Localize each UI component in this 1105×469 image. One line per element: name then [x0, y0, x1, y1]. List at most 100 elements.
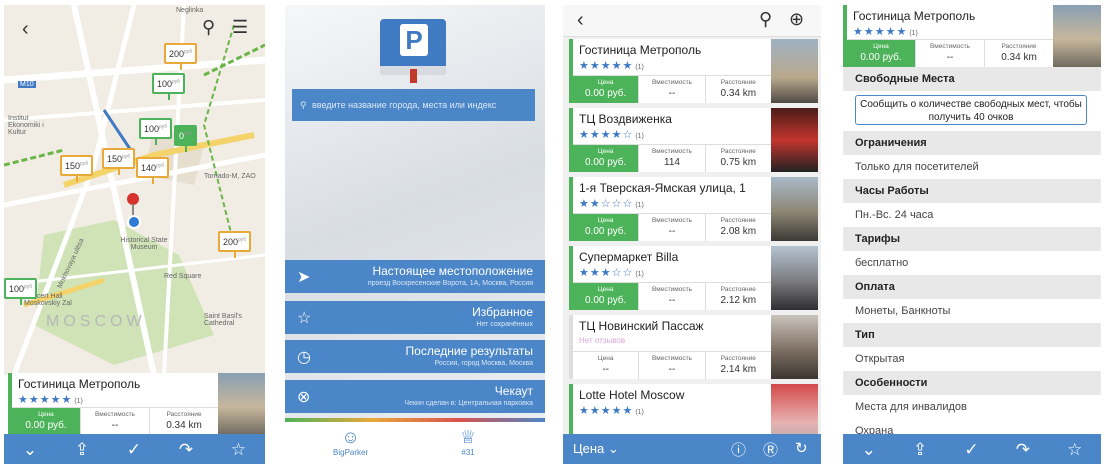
item-title: ТЦ Воздвиженка — [579, 112, 672, 126]
share-icon[interactable]: ⇪ — [913, 441, 927, 458]
menu-subtitle: Чекин сделан в: Центральная парковка — [404, 400, 533, 407]
rating-stars: ★★★★★ (1) — [18, 394, 83, 406]
rating-stars: ★★★★★ (1) — [853, 26, 918, 38]
close-circle-icon: ⊗ — [297, 389, 311, 406]
map-label-city: MOSCOW — [46, 313, 146, 330]
map-label-m10: M10 — [18, 81, 36, 88]
rank-label: #31 — [461, 448, 475, 457]
item-title: ТЦ Новинский Пассаж — [579, 319, 704, 333]
distance-cell: Расстояние 0.34 km — [166, 411, 202, 431]
item-photo — [771, 246, 818, 310]
parking-photo[interactable] — [218, 373, 265, 435]
rating-stars: ★★★☆☆ (1) — [579, 267, 644, 279]
list-item[interactable]: Супермаркет Billa ★★★☆☆ (1) Цена 0.00 руб.… — [569, 246, 771, 310]
map-screen: ‹ ⚲ ☰ Neglinka M10 Institut Ekonomiki i … — [4, 5, 265, 464]
report-free-spaces-button[interactable]: Сообщить о количестве свободных мест, чт… — [855, 95, 1087, 125]
share-icon[interactable]: ⇪ — [75, 441, 89, 458]
price-cell: Цена 0.00 руб. — [573, 283, 640, 310]
menu-subtitle: Нет сохранённых — [476, 321, 533, 328]
parking-pin[interactable]: 200руб — [218, 231, 252, 258]
globe-icon[interactable]: ⊕ — [789, 9, 804, 30]
rating-stars: ★★★★★ (1) — [579, 405, 644, 417]
home-screen: P ⚲ введите название города, места или и… — [285, 5, 545, 464]
item-title: Lotte Hotel Moscow — [579, 388, 685, 402]
profile-button[interactable]: ☺ BigParker — [333, 426, 368, 457]
menu-checkout[interactable]: ⊗ Чекаут Чекин сделан в: Центральная пар… — [285, 380, 545, 413]
rank-button[interactable]: ♕ #31 — [460, 426, 476, 457]
map-label-basil: Saint Basil's Cathedral — [204, 313, 242, 327]
menu-title: Настоящее местоположение — [372, 264, 533, 278]
distance-cell: Расстояние 2.14 km — [720, 355, 757, 375]
parking-pin[interactable]: 100руб — [139, 118, 173, 145]
app-logo: P — [380, 19, 446, 83]
capacity-cell: Вместимость -- — [639, 283, 706, 310]
star-icon[interactable]: ☆ — [1067, 441, 1082, 458]
distance-cell: Расстояние 0.34 km — [1001, 43, 1037, 63]
parking-pin[interactable]: 150руб — [60, 155, 94, 182]
ruble-icon[interactable]: Ⓡ — [763, 439, 778, 460]
star-icon: ☆ — [297, 310, 312, 327]
rating-stars: ★★☆☆☆ (1) — [579, 198, 644, 210]
location-arrow-icon: ➤ — [297, 269, 311, 286]
refresh-icon[interactable]: ↻ — [795, 439, 808, 457]
parking-pin[interactable]: 100руб — [4, 278, 38, 305]
chevron-down-icon[interactable]: ⌄ — [23, 441, 37, 458]
menu-title: Чекаут — [494, 384, 533, 398]
menu-favorites[interactable]: ☆ Избранное Нет сохранённых — [285, 301, 545, 334]
free-spaces-header: Свободные Места — [843, 67, 1101, 91]
parking-pin[interactable]: 0руб — [174, 125, 198, 152]
trophy-icon: ♕ — [460, 427, 477, 447]
capacity-cell: Вместимость 114 — [639, 145, 706, 172]
back-icon[interactable]: ‹ — [22, 19, 29, 39]
section-value: Места для инвалидов — [843, 395, 1101, 419]
search-icon[interactable]: ⚲ — [202, 18, 215, 36]
parking-pin[interactable]: 150руб — [102, 148, 136, 175]
parking-photo[interactable] — [1053, 5, 1101, 67]
map-view[interactable]: ‹ ⚲ ☰ Neglinka M10 Institut Ekonomiki i … — [4, 5, 265, 375]
section-header: Ограничения — [843, 131, 1101, 155]
selected-parking-card[interactable]: Гостиница Метрополь ★★★★★ (1) Цена 0.00 ру… — [8, 373, 218, 435]
item-metrics: Цена 0.00 руб. Вместимость -- Расстояние 2.… — [573, 213, 771, 241]
parking-pin[interactable]: 100руб — [152, 73, 186, 100]
detail-screen: Гостиница Метрополь ★★★★★ (1) Цена 0.00 ру… — [843, 5, 1101, 464]
forward-icon[interactable]: ↷ — [1016, 441, 1030, 458]
list-item[interactable]: 1-я Тверская-Ямская улица, 1 ★★☆☆☆ (1) Це… — [569, 177, 771, 241]
list-item[interactable]: Гостиница Метрополь ★★★★★ (1) Цена 0.00 ру… — [569, 39, 771, 103]
menu-current-location[interactable]: ➤ Настоящее местоположение проезд Воскре… — [285, 260, 545, 293]
parking-title: Гостиница Метрополь — [18, 377, 141, 391]
home-footer: ☺ BigParker ♕ #31 — [285, 418, 545, 464]
section-header: Оплата — [843, 275, 1101, 299]
parking-pin[interactable]: 200руб — [164, 43, 198, 70]
logo-ribbon — [410, 69, 417, 83]
check-icon[interactable]: ✓ — [964, 441, 978, 458]
price-cell: Цена -- — [573, 352, 640, 379]
capacity-cell: Вместимость -- — [639, 214, 706, 241]
menu-recent-results[interactable]: ◷ Последние результаты Россия, город Мос… — [285, 340, 545, 373]
parking-pin[interactable]: 140руб — [136, 157, 170, 184]
help-icon[interactable]: ⓘ — [731, 439, 746, 460]
price-cell: Цена 0.00 руб. — [847, 40, 916, 67]
sort-dropdown[interactable]: Цена ⌄ — [573, 441, 619, 457]
list-icon[interactable]: ☰ — [232, 18, 248, 36]
section-value: Пн.-Вс. 24 часа — [843, 203, 1101, 227]
menu-title: Избранное — [472, 305, 533, 319]
check-icon[interactable]: ✓ — [127, 441, 141, 458]
section-value: Только для посетителей — [843, 155, 1101, 179]
search-input[interactable]: ⚲ введите название города, места или инд… — [292, 89, 535, 121]
rating-stars: ★★★★★ (1) — [579, 60, 644, 72]
back-icon[interactable]: ‹ — [577, 9, 584, 32]
chevron-down-icon[interactable]: ⌄ — [862, 441, 876, 458]
distance-cell: Расстояние 0.34 km — [720, 79, 757, 99]
list-item[interactable]: ТЦ Новинский Пассаж Нет отзывов Цена -- В… — [569, 315, 771, 379]
section-header: Тип — [843, 323, 1101, 347]
parking-title: Гостиница Метрополь — [853, 9, 976, 23]
no-reviews-label: Нет отзывов — [579, 336, 626, 345]
section-header: Особенности — [843, 371, 1101, 395]
star-icon[interactable]: ☆ — [231, 441, 246, 458]
item-title: Гостиница Метрополь — [579, 43, 702, 57]
map-label-neglinka: Neglinka — [176, 7, 204, 14]
forward-icon[interactable]: ↷ — [179, 441, 193, 458]
search-icon[interactable]: ⚲ — [759, 9, 772, 30]
item-photo — [771, 108, 818, 172]
list-item[interactable]: ТЦ Воздвиженка ★★★★☆ (1) Цена 0.00 руб. Вм… — [569, 108, 771, 172]
